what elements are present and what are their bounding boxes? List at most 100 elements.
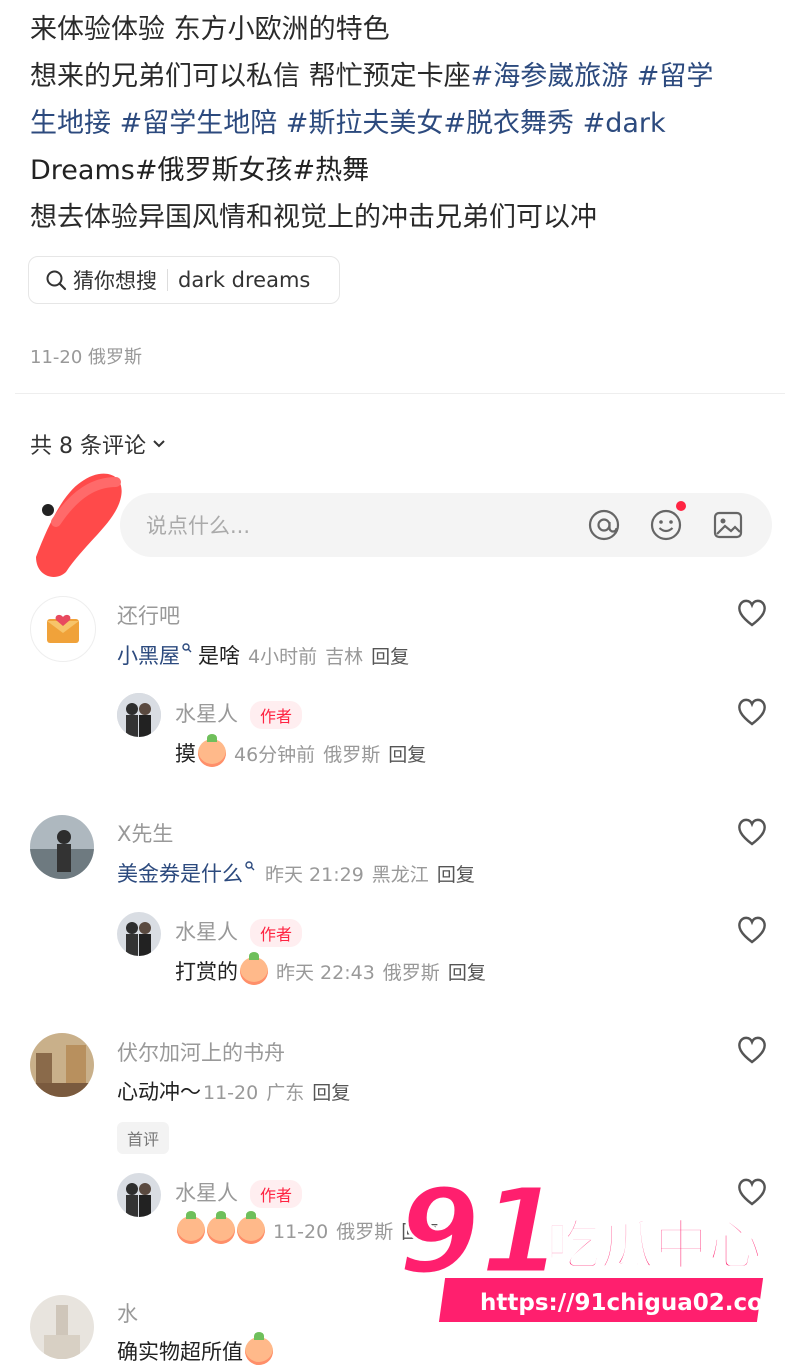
like-heart-icon[interactable] bbox=[736, 598, 768, 628]
suggested-search-chip[interactable]: 猜你想搜 dark dreams bbox=[28, 256, 340, 304]
comment-count: 共 8 条评论 bbox=[30, 434, 146, 459]
person-avatar-icon bbox=[117, 912, 161, 956]
comment-location: 黑龙江 bbox=[371, 863, 429, 886]
person-avatar-icon bbox=[117, 1173, 161, 1217]
avatar[interactable] bbox=[30, 596, 96, 662]
search-chip-label: 猜你想搜 bbox=[73, 269, 157, 293]
sticker-emoji-icon bbox=[177, 1211, 205, 1244]
first-comment-badge: 首评 bbox=[117, 1122, 170, 1154]
search-icon bbox=[245, 861, 255, 871]
hashtag-link[interactable]: #留学 bbox=[628, 61, 714, 92]
envelope-heart-icon bbox=[47, 614, 79, 643]
like-heart-icon[interactable] bbox=[736, 915, 768, 945]
hashtag-link[interactable]: Dreams#俄罗斯女孩#热舞 bbox=[30, 155, 369, 186]
search-keyword-link[interactable]: 小黑屋 bbox=[117, 640, 180, 670]
reply-button[interactable]: 回复 bbox=[388, 744, 426, 766]
watermark-url: https://91chigua02.com bbox=[480, 1290, 787, 1316]
divider bbox=[15, 393, 785, 394]
reply-author-name[interactable]: 水星人 bbox=[175, 702, 238, 726]
reply-time: 46分钟前 bbox=[234, 743, 316, 766]
divider bbox=[167, 269, 168, 291]
reply-location: 俄罗斯 bbox=[336, 1220, 394, 1243]
building-avatar-icon bbox=[30, 1295, 94, 1359]
comment-count-toggle[interactable]: 共 8 条评论 bbox=[30, 428, 166, 460]
reply-button[interactable]: 回复 bbox=[437, 864, 475, 886]
reply-text: 摸 46分钟前 俄罗斯 回复 bbox=[175, 734, 434, 768]
like-heart-icon[interactable] bbox=[736, 1035, 768, 1065]
reply-author-name[interactable]: 水星人 bbox=[175, 920, 238, 944]
comment-time: 4小时前 bbox=[248, 645, 318, 668]
comment-username[interactable]: X先生 bbox=[117, 818, 173, 848]
reply-button[interactable]: 回复 bbox=[312, 1082, 350, 1104]
post-line: Dreams#俄罗斯女孩#热舞 bbox=[30, 147, 770, 194]
post-line: 想来的兄弟们可以私信 帮忙预定卡座#海参崴旅游 #留学 bbox=[30, 53, 770, 100]
search-keyword-link[interactable]: 美金券是什么 bbox=[117, 858, 243, 888]
person-avatar-icon bbox=[30, 815, 94, 879]
comment-text: 确实物超所值 bbox=[117, 1332, 273, 1366]
reply-body: 摸 bbox=[175, 742, 196, 766]
comment-input[interactable]: 说点什么... bbox=[120, 493, 772, 557]
comment-body: 心动冲～ bbox=[117, 1080, 201, 1104]
landscape-avatar-icon bbox=[30, 1033, 94, 1097]
post-date-location: 11-20 俄罗斯 bbox=[30, 347, 143, 368]
post-content: 来体验体验 东方小欧洲的特色 想来的兄弟们可以私信 帮忙预定卡座#海参崴旅游 #… bbox=[30, 6, 770, 241]
avatar[interactable] bbox=[117, 693, 161, 737]
emoji-icon bbox=[650, 509, 682, 541]
site-watermark-logo: 91 吃瓜中心 https://91chigua02.com bbox=[398, 1172, 787, 1322]
comment-username[interactable]: 伏尔加河上的书舟 bbox=[117, 1037, 285, 1067]
comment-body: 是啥 bbox=[198, 644, 240, 668]
reply-location: 俄罗斯 bbox=[382, 961, 440, 984]
comment-time: 11-20 bbox=[203, 1081, 259, 1104]
emoji-button[interactable] bbox=[648, 501, 686, 543]
comment-text: 美金券是什么 昨天 21:29 黑龙江 回复 bbox=[117, 858, 483, 888]
person-avatar-icon bbox=[117, 693, 161, 737]
avatar[interactable] bbox=[30, 1295, 94, 1359]
reply-author-name[interactable]: 水星人 bbox=[175, 1181, 238, 1205]
reply-location: 俄罗斯 bbox=[323, 743, 381, 766]
search-icon bbox=[182, 643, 192, 653]
comment-input-placeholder: 说点什么... bbox=[146, 514, 251, 538]
post-line: 想去体验异国风情和视觉上的冲击兄弟们可以冲 bbox=[30, 202, 597, 233]
comment-text: 心动冲～ 11-20 广东 回复 bbox=[117, 1076, 358, 1106]
hashtag-link[interactable]: #海参崴旅游 bbox=[471, 61, 629, 92]
sticker-emoji-icon bbox=[245, 1332, 273, 1365]
reply-body: 打赏的 bbox=[175, 960, 238, 984]
avatar[interactable] bbox=[117, 1173, 161, 1217]
post-text: 想来的兄弟们可以私信 帮忙预定卡座 bbox=[30, 61, 471, 92]
comment-body: 确实物超所值 bbox=[117, 1340, 243, 1364]
sticker-emoji-icon bbox=[207, 1211, 235, 1244]
avatar[interactable] bbox=[30, 1033, 94, 1097]
comment-location: 吉林 bbox=[325, 645, 364, 668]
reply-text: 打赏的 昨天 22:43 俄罗斯 回复 bbox=[175, 952, 494, 986]
comment-text: 小黑屋 是啥 4小时前 吉林 回复 bbox=[117, 640, 417, 670]
reply-time: 昨天 22:43 bbox=[276, 961, 375, 984]
sticker-emoji-icon bbox=[240, 952, 268, 985]
mention-icon[interactable] bbox=[586, 507, 622, 543]
reply-button[interactable]: 回复 bbox=[371, 646, 409, 668]
sticker-emoji-icon bbox=[237, 1211, 265, 1244]
reply-username: 水星人 作者 bbox=[175, 698, 303, 729]
notification-dot bbox=[676, 501, 686, 511]
comment-location: 广东 bbox=[266, 1081, 305, 1104]
like-heart-icon[interactable] bbox=[736, 817, 768, 847]
search-icon bbox=[46, 270, 67, 291]
like-heart-icon[interactable] bbox=[736, 697, 768, 727]
avatar[interactable] bbox=[30, 815, 94, 879]
image-icon[interactable] bbox=[710, 507, 746, 543]
comment-username[interactable]: 还行吧 bbox=[117, 600, 180, 630]
reply-time: 11-20 bbox=[273, 1220, 329, 1243]
watermark-brand-text: 吃瓜中心 bbox=[546, 1214, 762, 1277]
sticker-emoji-icon bbox=[198, 734, 226, 767]
author-badge: 作者 bbox=[250, 701, 303, 729]
post-line: 来体验体验 东方小欧洲的特色 bbox=[30, 14, 390, 45]
avatar[interactable] bbox=[117, 912, 161, 956]
chevron-down-icon bbox=[153, 440, 165, 448]
search-chip-query: dark dreams bbox=[178, 268, 311, 292]
comment-time: 昨天 21:29 bbox=[265, 863, 364, 886]
reply-username: 水星人 作者 bbox=[175, 916, 303, 947]
reply-button[interactable]: 回复 bbox=[448, 962, 486, 984]
author-badge: 作者 bbox=[250, 1180, 303, 1208]
hashtag-link[interactable]: 生地接 #留学生地陪 #斯拉夫美女#脱衣舞秀 #dark bbox=[30, 100, 770, 147]
comment-username[interactable]: 水 bbox=[117, 1298, 138, 1328]
reply-username: 水星人 作者 bbox=[175, 1177, 303, 1208]
